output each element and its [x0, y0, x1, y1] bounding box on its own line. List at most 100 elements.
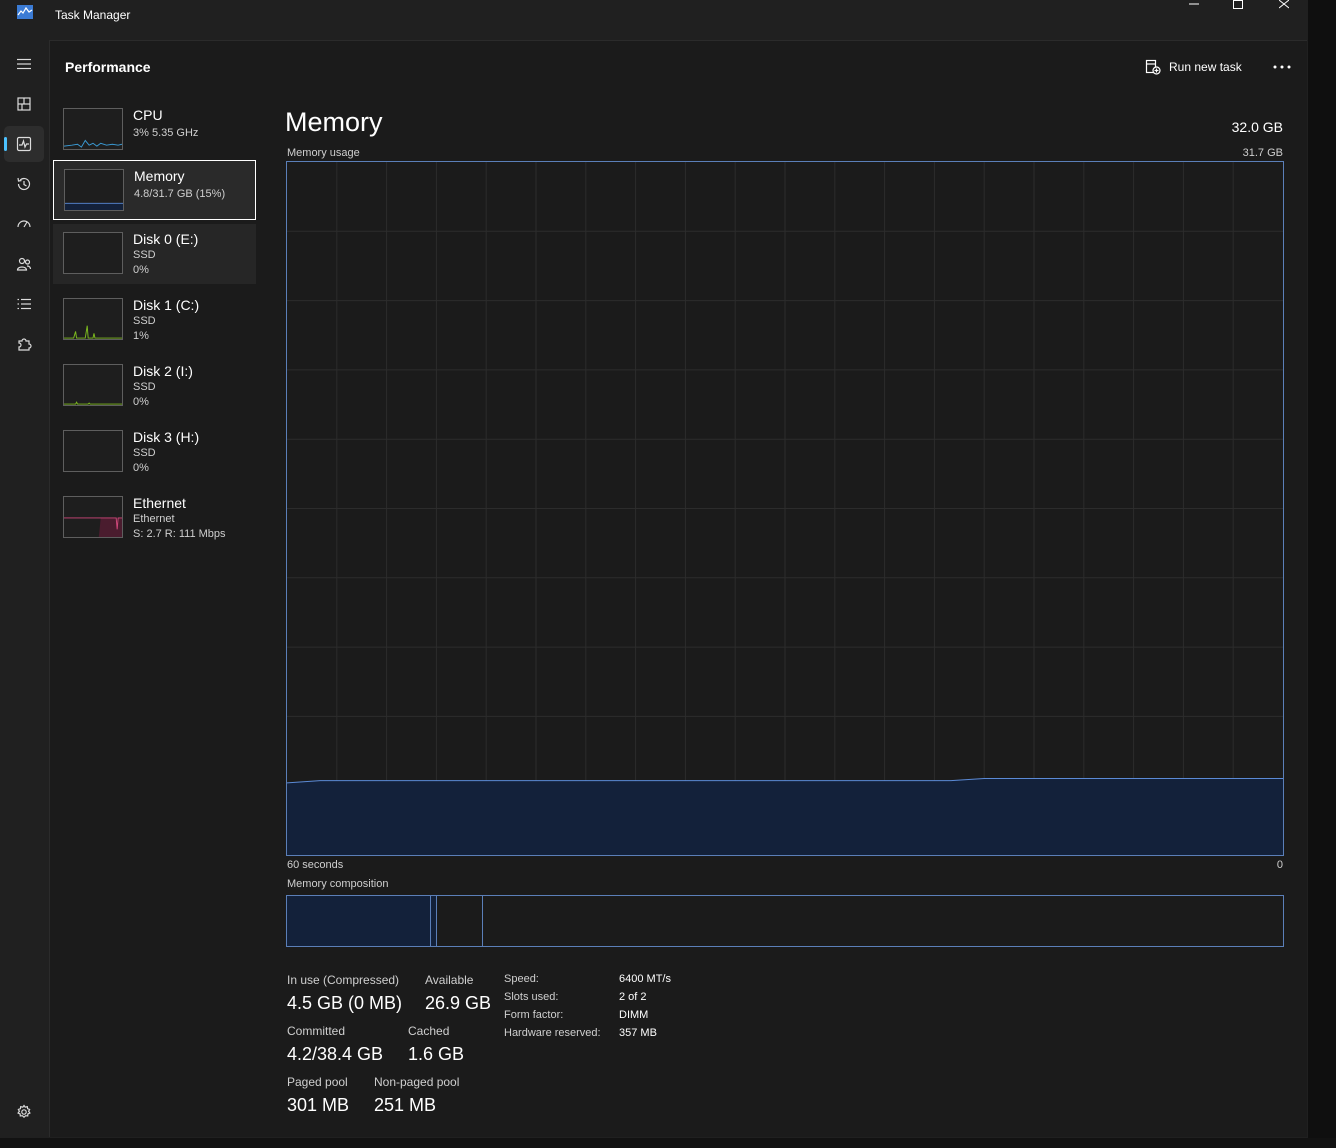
disk-2-thumbnail-graph: [63, 364, 123, 406]
available-label: Available: [425, 973, 474, 987]
disk-1-thumbnail-graph: [63, 298, 123, 340]
nav-users[interactable]: [4, 246, 44, 282]
nav-performance[interactable]: [4, 126, 44, 162]
committed-value: 4.2/38.4 GB: [287, 1044, 384, 1064]
device-name: CPU: [133, 107, 163, 123]
nav-settings[interactable]: [4, 1094, 44, 1130]
device-type: Ethernet: [133, 513, 175, 525]
run-new-task-button[interactable]: Run new task: [1145, 57, 1242, 77]
maximize-button[interactable]: [1215, 0, 1261, 10]
device-name: Disk 3 (H:): [133, 429, 200, 445]
device-type: SSD: [133, 381, 156, 393]
device-detail: 4.8/31.7 GB (15%): [134, 188, 226, 200]
hardware-reserved-value: 357 MB: [619, 1027, 657, 1039]
performance-icon: [16, 136, 32, 152]
services-puzzle-icon: [18, 338, 32, 351]
nav-startup-apps[interactable]: [4, 206, 44, 242]
form-factor-label: Form factor:: [504, 1009, 564, 1021]
form-factor-value: DIMM: [619, 1009, 649, 1021]
memory-heading: Memory: [285, 107, 383, 137]
settings-gear-icon: [17, 1104, 31, 1119]
minimize-icon: [1189, 3, 1199, 5]
graph-time-start: 60 seconds: [287, 859, 344, 871]
hamburger-icon: [17, 58, 31, 70]
device-detail: 3% 5.35 GHz: [133, 127, 199, 139]
device-disk-2[interactable]: Disk 2 (I:) SSD 0%: [53, 356, 256, 416]
close-button[interactable]: [1261, 0, 1307, 10]
in-use-value: 4.5 GB (0 MB): [287, 993, 403, 1013]
slots-used-label: Slots used:: [504, 991, 559, 1003]
graph-grid: [287, 162, 1283, 855]
ethernet-thumbnail-graph: [63, 496, 123, 538]
nav-details[interactable]: [4, 286, 44, 322]
memory-usage-graph: [286, 161, 1284, 856]
device-memory[interactable]: Memory 4.8/31.7 GB (15%): [53, 160, 256, 220]
device-name: Disk 2 (I:): [133, 363, 193, 379]
device-name: Disk 0 (E:): [133, 231, 199, 247]
desktop-background-edge: [1308, 0, 1336, 1148]
cached-value: 1.6 GB: [408, 1044, 465, 1064]
minimize-button[interactable]: [1171, 0, 1217, 10]
taskbar-edge: [0, 1138, 1336, 1148]
device-disk-3[interactable]: Disk 3 (H:) SSD 0%: [53, 422, 256, 482]
users-icon: [16, 257, 32, 271]
device-disk-1[interactable]: Disk 1 (C:) SSD 1%: [53, 290, 256, 350]
in-use-label: In use (Compressed): [287, 973, 400, 987]
maximize-icon: [1233, 0, 1243, 9]
run-task-icon: [1145, 59, 1161, 75]
speed-value: 6400 MT/s: [619, 973, 671, 985]
device-type: SSD: [133, 249, 156, 261]
performance-page: Performance Run new task CPU 3% 5.35 GHz: [49, 40, 1307, 1137]
composition-standby: [437, 896, 483, 946]
startup-gauge-icon: [17, 220, 31, 228]
details-list-icon: [17, 298, 31, 310]
device-usage: 0%: [133, 462, 149, 474]
slots-used-value: 2 of 2: [619, 991, 647, 1003]
processes-icon: [17, 97, 31, 111]
non-paged-pool-value: 251 MB: [374, 1095, 437, 1115]
window-title: Task Manager: [55, 8, 131, 22]
title-bar: Task Manager: [0, 0, 1308, 32]
more-options-button[interactable]: [1268, 59, 1296, 75]
run-new-task-label: Run new task: [1169, 60, 1242, 74]
cpu-thumbnail-graph: [63, 108, 123, 150]
memory-composition-bar: [286, 895, 1284, 947]
nav-app-history[interactable]: [4, 166, 44, 202]
close-icon: [1279, 0, 1289, 9]
device-type: SSD: [133, 447, 156, 459]
device-throughput: S: 2.7 R: 111 Mbps: [133, 528, 226, 540]
disk-0-thumbnail-graph: [63, 232, 123, 274]
speed-label: Speed:: [504, 973, 539, 985]
device-type: SSD: [133, 315, 156, 327]
device-disk-0[interactable]: Disk 0 (E:) SSD 0%: [53, 224, 256, 284]
graph-time-end: 0: [1276, 859, 1283, 871]
task-manager-app-icon: [17, 5, 33, 19]
memory-total: 32.0 GB: [1231, 119, 1283, 135]
device-usage: 1%: [133, 330, 149, 342]
non-paged-pool-label: Non-paged pool: [374, 1075, 460, 1089]
navigation-rail: [0, 40, 48, 1138]
device-name: Ethernet: [133, 495, 186, 511]
device-ethernet[interactable]: Ethernet Ethernet S: 2.7 R: 111 Mbps: [53, 488, 256, 548]
paged-pool-label: Paged pool: [287, 1075, 348, 1089]
available-value: 26.9 GB: [425, 993, 492, 1013]
more-horizontal-icon: [1273, 65, 1291, 69]
disk-3-thumbnail-graph: [63, 430, 123, 472]
cached-label: Cached: [408, 1024, 450, 1038]
composition-in-use: [287, 896, 431, 946]
memory-composition-label: Memory composition: [287, 878, 389, 890]
device-cpu[interactable]: CPU 3% 5.35 GHz: [53, 100, 256, 160]
memory-usage-area: [287, 778, 1283, 855]
memory-usage-max: 31.7 GB: [1242, 147, 1283, 159]
device-usage: 0%: [133, 396, 149, 408]
hardware-reserved-label: Hardware reserved:: [504, 1027, 601, 1039]
memory-thumbnail-graph: [64, 169, 124, 211]
task-manager-window: Task Manager Performance Run new task CP…: [0, 0, 1308, 1138]
nav-services[interactable]: [4, 326, 44, 362]
paged-pool-value: 301 MB: [287, 1095, 350, 1115]
memory-usage-label: Memory usage: [287, 147, 360, 159]
device-name: Memory: [134, 168, 185, 184]
nav-menu-button[interactable]: [4, 46, 44, 82]
page-title: Performance: [65, 59, 151, 75]
nav-processes[interactable]: [4, 86, 44, 122]
